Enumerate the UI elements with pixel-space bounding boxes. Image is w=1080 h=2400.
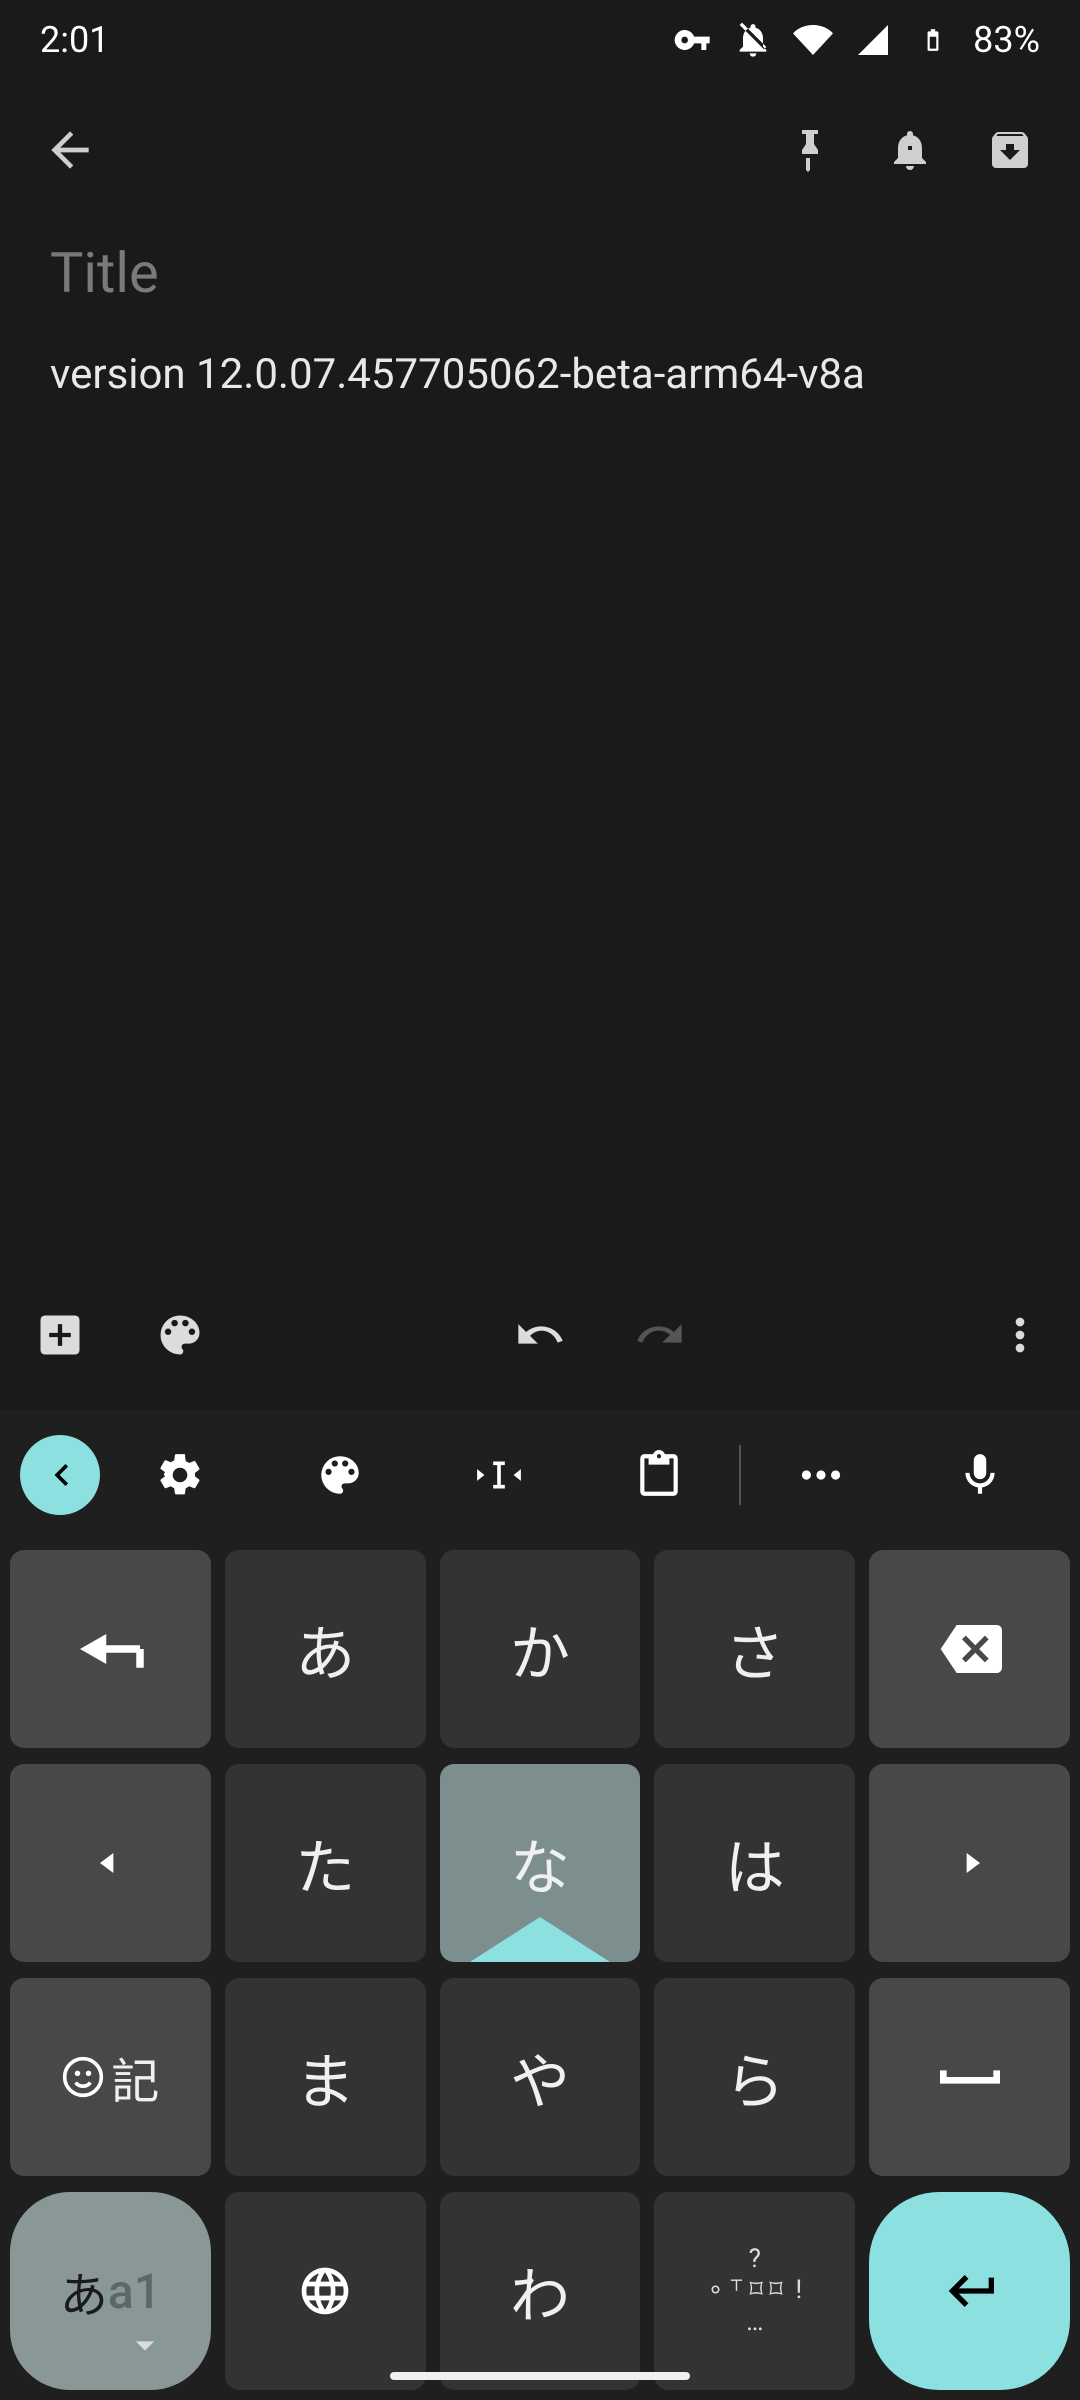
key-ta[interactable]: た xyxy=(225,1764,426,1962)
key-ka[interactable]: か xyxy=(440,1550,641,1748)
palette-button[interactable] xyxy=(150,1305,210,1365)
app-bar xyxy=(0,80,1080,220)
nav-pill[interactable] xyxy=(390,2372,690,2380)
kb-more-button[interactable] xyxy=(741,1410,901,1540)
key-emoji[interactable]: 記 xyxy=(10,1978,211,2176)
key-ya[interactable]: や xyxy=(440,1978,641,2176)
title-input[interactable]: Title xyxy=(50,240,1030,306)
dnd-off-icon xyxy=(733,20,773,60)
back-button[interactable] xyxy=(20,100,120,200)
key-a[interactable]: あ xyxy=(225,1550,426,1748)
key-ra[interactable]: ら xyxy=(654,1978,855,2176)
key-space[interactable] xyxy=(869,1978,1070,2176)
kb-text-select-button[interactable] xyxy=(419,1410,579,1540)
keyboard-toolbar xyxy=(0,1410,1080,1540)
key-cursor-right[interactable] xyxy=(869,1764,1070,1962)
status-bar: 2:01 83% xyxy=(0,0,1080,80)
reminder-button[interactable] xyxy=(860,100,960,200)
key-reverse-tab[interactable] xyxy=(10,1550,211,1748)
archive-button[interactable] xyxy=(960,100,1060,200)
wifi-icon xyxy=(793,20,833,60)
key-na[interactable]: な xyxy=(440,1764,641,1962)
signal-icon xyxy=(853,20,893,60)
kb-theme-button[interactable] xyxy=(260,1410,420,1540)
vpn-key-icon xyxy=(673,20,713,60)
keyboard-grid: あ か さ た な は 記 ま xyxy=(0,1540,1080,2400)
redo-button xyxy=(630,1305,690,1365)
status-right: 83% xyxy=(673,19,1040,61)
key-ha[interactable]: は xyxy=(654,1764,855,1962)
battery-icon xyxy=(913,20,953,60)
hide-keyboard-button[interactable] xyxy=(120,2320,170,2370)
more-vert-button[interactable] xyxy=(990,1305,1050,1365)
key-sa[interactable]: さ xyxy=(654,1550,855,1748)
key-backspace[interactable] xyxy=(869,1550,1070,1748)
kb-voice-button[interactable] xyxy=(900,1410,1060,1540)
body-input[interactable]: version 12.0.07.457705062-beta-arm64-v8a xyxy=(50,346,1030,405)
nav-bar xyxy=(0,2280,1080,2400)
key-cursor-left[interactable] xyxy=(10,1764,211,1962)
bottom-toolbar xyxy=(0,1280,1080,1390)
add-box-button[interactable] xyxy=(30,1305,90,1365)
kb-settings-button[interactable] xyxy=(100,1410,260,1540)
kb-clipboard-button[interactable] xyxy=(579,1410,739,1540)
key-ma[interactable]: ま xyxy=(225,1978,426,2176)
keyboard: あ か さ た な は 記 ま xyxy=(0,1410,1080,2400)
battery-percent: 83% xyxy=(973,19,1040,61)
key-emoji-label: 記 xyxy=(111,2042,159,2112)
status-time: 2:01 xyxy=(40,19,109,61)
note-content[interactable]: Title version 12.0.07.457705062-beta-arm… xyxy=(0,220,1080,425)
pin-button[interactable] xyxy=(760,100,860,200)
undo-button[interactable] xyxy=(510,1305,570,1365)
kb-collapse-toolbar-button[interactable] xyxy=(20,1435,100,1515)
